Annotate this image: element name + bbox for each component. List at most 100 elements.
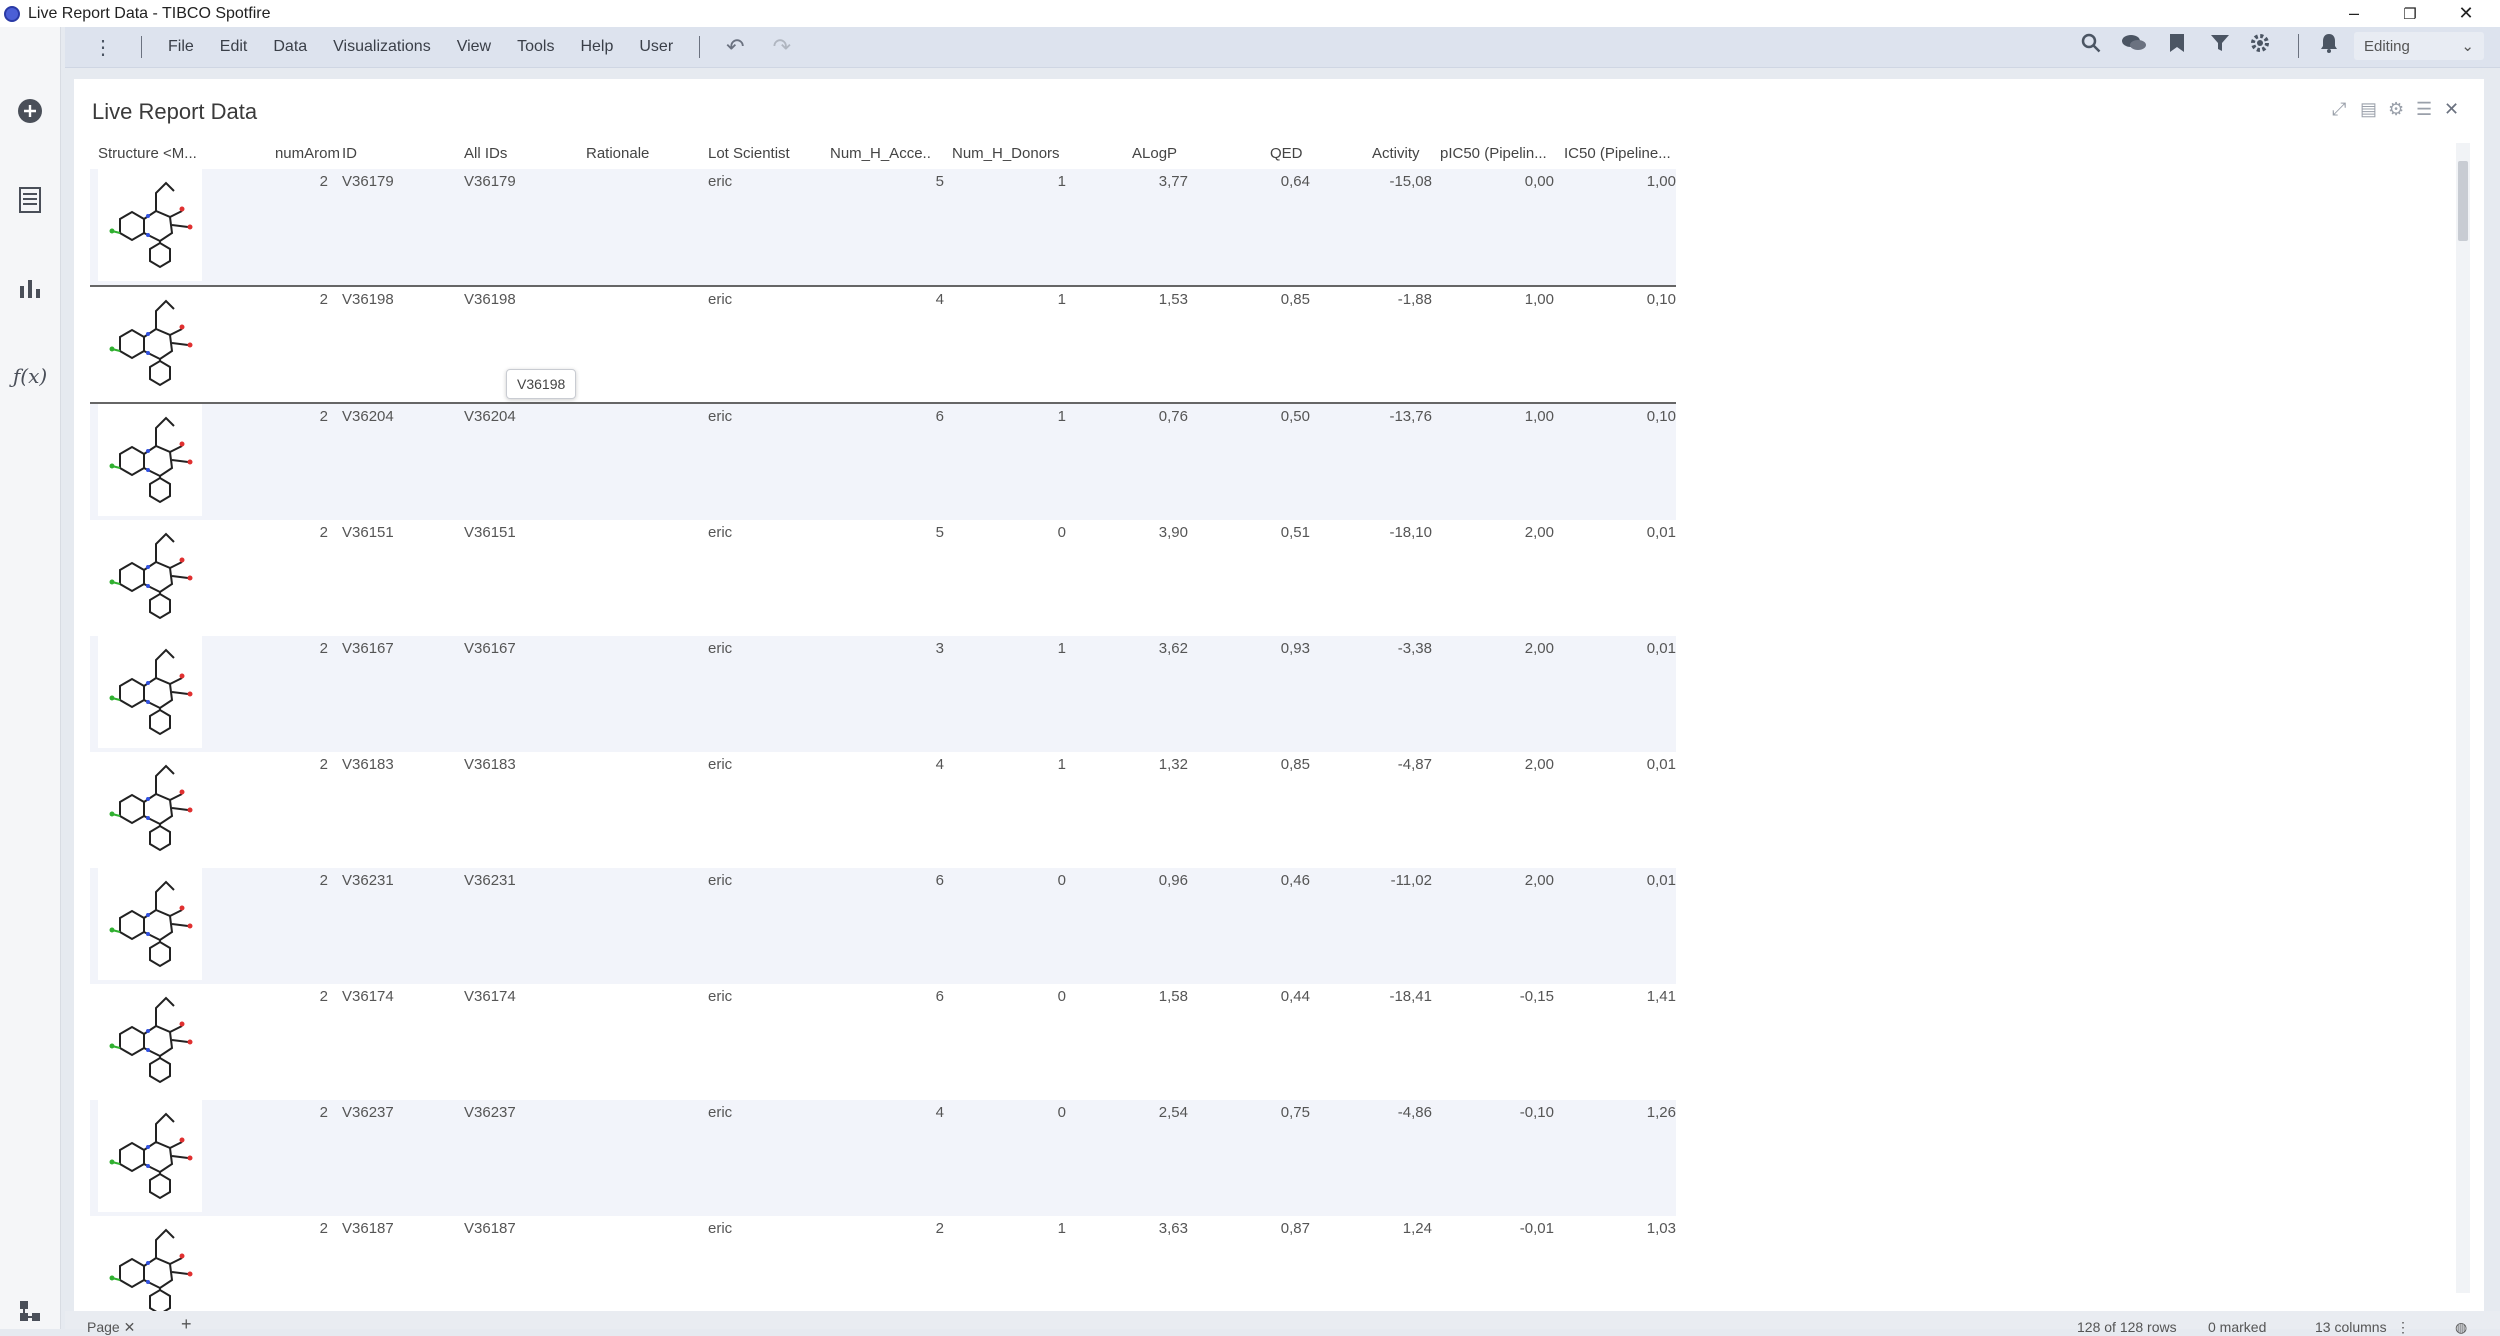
cell-qed[interactable]: 0,85 — [1196, 291, 1310, 308]
cell-qed[interactable]: 0,51 — [1196, 524, 1310, 541]
cell-ic50[interactable]: 0,01 — [1562, 756, 1676, 773]
cell-activity[interactable]: -1,88 — [1318, 291, 1432, 308]
cell-alogp[interactable]: 3,63 — [1074, 1220, 1188, 1237]
minimize-button[interactable]: – — [2326, 0, 2382, 27]
cell-pic50[interactable]: -0,15 — [1440, 988, 1554, 1005]
search-icon[interactable] — [2081, 33, 2101, 59]
cell-id[interactable]: V36198 — [342, 291, 394, 308]
cell-alogp[interactable]: 1,58 — [1074, 988, 1188, 1005]
cell-activity[interactable]: -13,76 — [1318, 408, 1432, 425]
cell-qed[interactable]: 0,93 — [1196, 640, 1310, 657]
cell-qed[interactable]: 0,75 — [1196, 1104, 1310, 1121]
cell-num-h-donors[interactable]: 1 — [952, 291, 1066, 308]
cell-num-h-acceptors[interactable]: 4 — [830, 291, 944, 308]
data-table-icon[interactable] — [14, 184, 46, 216]
col-structure[interactable]: Structure <M... — [98, 145, 198, 162]
cell-num-h-acceptors[interactable]: 6 — [830, 988, 944, 1005]
legend-icon[interactable]: ☰ — [2416, 99, 2432, 120]
cell-all-ids[interactable]: V36151 — [464, 524, 516, 541]
cell-num-h-acceptors[interactable]: 5 — [830, 524, 944, 541]
cell-numarom[interactable]: 2 — [240, 1104, 328, 1121]
cell-alogp[interactable]: 0,76 — [1074, 408, 1188, 425]
table-row[interactable]: 2 V36167 V36167 eric 3 1 3,62 0,93 -3,38 2,00 0,01 — [90, 636, 1676, 752]
cell-id[interactable]: V36187 — [342, 1220, 394, 1237]
cell-numarom[interactable]: 2 — [240, 756, 328, 773]
cell-numarom[interactable]: 2 — [240, 1220, 328, 1237]
cell-id[interactable]: V36237 — [342, 1104, 394, 1121]
cell-id[interactable]: V36204 — [342, 408, 394, 425]
col-pic50[interactable]: pIC50 (Pipelin... — [1440, 145, 1552, 162]
table-row[interactable]: 2 V36183 V36183 eric 4 1 1,32 0,85 -4,87 2,00 0,01 — [90, 752, 1676, 868]
cell-pic50[interactable]: 0,00 — [1440, 173, 1554, 190]
cell-activity[interactable]: -4,87 — [1318, 756, 1432, 773]
col-alogp[interactable]: ALogP — [1132, 145, 1177, 162]
settings-gear-icon[interactable] — [2250, 33, 2270, 59]
col-rationale[interactable]: Rationale — [586, 145, 649, 162]
col-activity[interactable]: Activity — [1372, 145, 1420, 162]
add-data-icon[interactable] — [14, 95, 46, 127]
cell-alogp[interactable]: 3,77 — [1074, 173, 1188, 190]
scrollbar-thumb[interactable] — [2458, 161, 2468, 241]
col-num-h-acceptors[interactable]: Num_H_Acce... — [830, 145, 930, 162]
cell-ic50[interactable]: 0,01 — [1562, 524, 1676, 541]
cell-activity[interactable]: -3,38 — [1318, 640, 1432, 657]
cell-num-h-donors[interactable]: 1 — [952, 173, 1066, 190]
col-ic50[interactable]: IC50 (Pipeline... — [1564, 145, 1674, 162]
cell-lot-scientist[interactable]: eric — [708, 1104, 732, 1121]
cell-numarom[interactable]: 2 — [240, 988, 328, 1005]
cell-lot-scientist[interactable]: eric — [708, 408, 732, 425]
cell-id[interactable]: V36179 — [342, 173, 394, 190]
col-all-ids[interactable]: All IDs — [464, 145, 507, 162]
cell-qed[interactable]: 0,44 — [1196, 988, 1310, 1005]
cell-all-ids[interactable]: V36237 — [464, 1104, 516, 1121]
menu-help[interactable]: Help — [580, 38, 613, 56]
hierarchy-icon[interactable] — [14, 1295, 46, 1327]
col-num-h-donors[interactable]: Num_H_Donors — [952, 145, 1062, 162]
cell-all-ids[interactable]: V36198 — [464, 291, 516, 308]
more-vertical-icon[interactable]: ⋮ — [93, 35, 113, 60]
col-lot-scientist[interactable]: Lot Scientist — [708, 145, 790, 162]
cell-id[interactable]: V36174 — [342, 988, 394, 1005]
cell-lot-scientist[interactable]: eric — [708, 173, 732, 190]
cell-numarom[interactable]: 2 — [240, 524, 328, 541]
cell-ic50[interactable]: 1,41 — [1562, 988, 1676, 1005]
table-row[interactable]: 2 V36151 V36151 eric 5 0 3,90 0,51 -18,10 2,00 0,0… — [90, 520, 1676, 636]
cell-num-h-donors[interactable]: 0 — [952, 988, 1066, 1005]
cell-lot-scientist[interactable]: eric — [708, 1220, 732, 1237]
cell-num-h-acceptors[interactable]: 4 — [830, 1104, 944, 1121]
globe-icon[interactable]: ◍ — [2455, 1319, 2467, 1336]
cell-ic50[interactable]: 1,26 — [1562, 1104, 1676, 1121]
cell-lot-scientist[interactable]: eric — [708, 640, 732, 657]
cell-num-h-donors[interactable]: 1 — [952, 756, 1066, 773]
cell-numarom[interactable]: 2 — [240, 173, 328, 190]
function-icon[interactable]: ƒ(x) — [13, 360, 47, 392]
cell-pic50[interactable]: -0,10 — [1440, 1104, 1554, 1121]
table-row[interactable]: 2 V36204 V36204 eric 6 1 0,76 0,50 -13,76 1,00 0,1… — [90, 404, 1676, 520]
panel-settings-icon[interactable]: ⚙ — [2388, 99, 2404, 120]
cell-qed[interactable]: 0,87 — [1196, 1220, 1310, 1237]
restore-button[interactable]: ❐ — [2382, 0, 2438, 27]
cell-alogp[interactable]: 3,90 — [1074, 524, 1188, 541]
cell-pic50[interactable]: 2,00 — [1440, 640, 1554, 657]
menu-edit[interactable]: Edit — [220, 38, 248, 56]
menu-user[interactable]: User — [639, 38, 673, 56]
cell-qed[interactable]: 0,50 — [1196, 408, 1310, 425]
close-window-button[interactable]: ✕ — [2438, 0, 2494, 27]
cell-all-ids[interactable]: V36174 — [464, 988, 516, 1005]
cell-qed[interactable]: 0,64 — [1196, 173, 1310, 190]
cell-activity[interactable]: -15,08 — [1318, 173, 1432, 190]
menu-tools[interactable]: Tools — [517, 38, 554, 56]
cell-ic50[interactable]: 0,10 — [1562, 291, 1676, 308]
cell-alogp[interactable]: 1,32 — [1074, 756, 1188, 773]
cell-num-h-donors[interactable]: 1 — [952, 1220, 1066, 1237]
cell-alogp[interactable]: 3,62 — [1074, 640, 1188, 657]
cell-lot-scientist[interactable]: eric — [708, 872, 732, 889]
cell-lot-scientist[interactable]: eric — [708, 756, 732, 773]
cell-num-h-acceptors[interactable]: 5 — [830, 173, 944, 190]
menu-file[interactable]: File — [168, 38, 194, 56]
col-numarom[interactable]: numArom — [240, 145, 340, 162]
menu-data[interactable]: Data — [273, 38, 307, 56]
cell-num-h-acceptors[interactable]: 6 — [830, 872, 944, 889]
menu-visualizations[interactable]: Visualizations — [333, 38, 431, 56]
cell-numarom[interactable]: 2 — [240, 291, 328, 308]
